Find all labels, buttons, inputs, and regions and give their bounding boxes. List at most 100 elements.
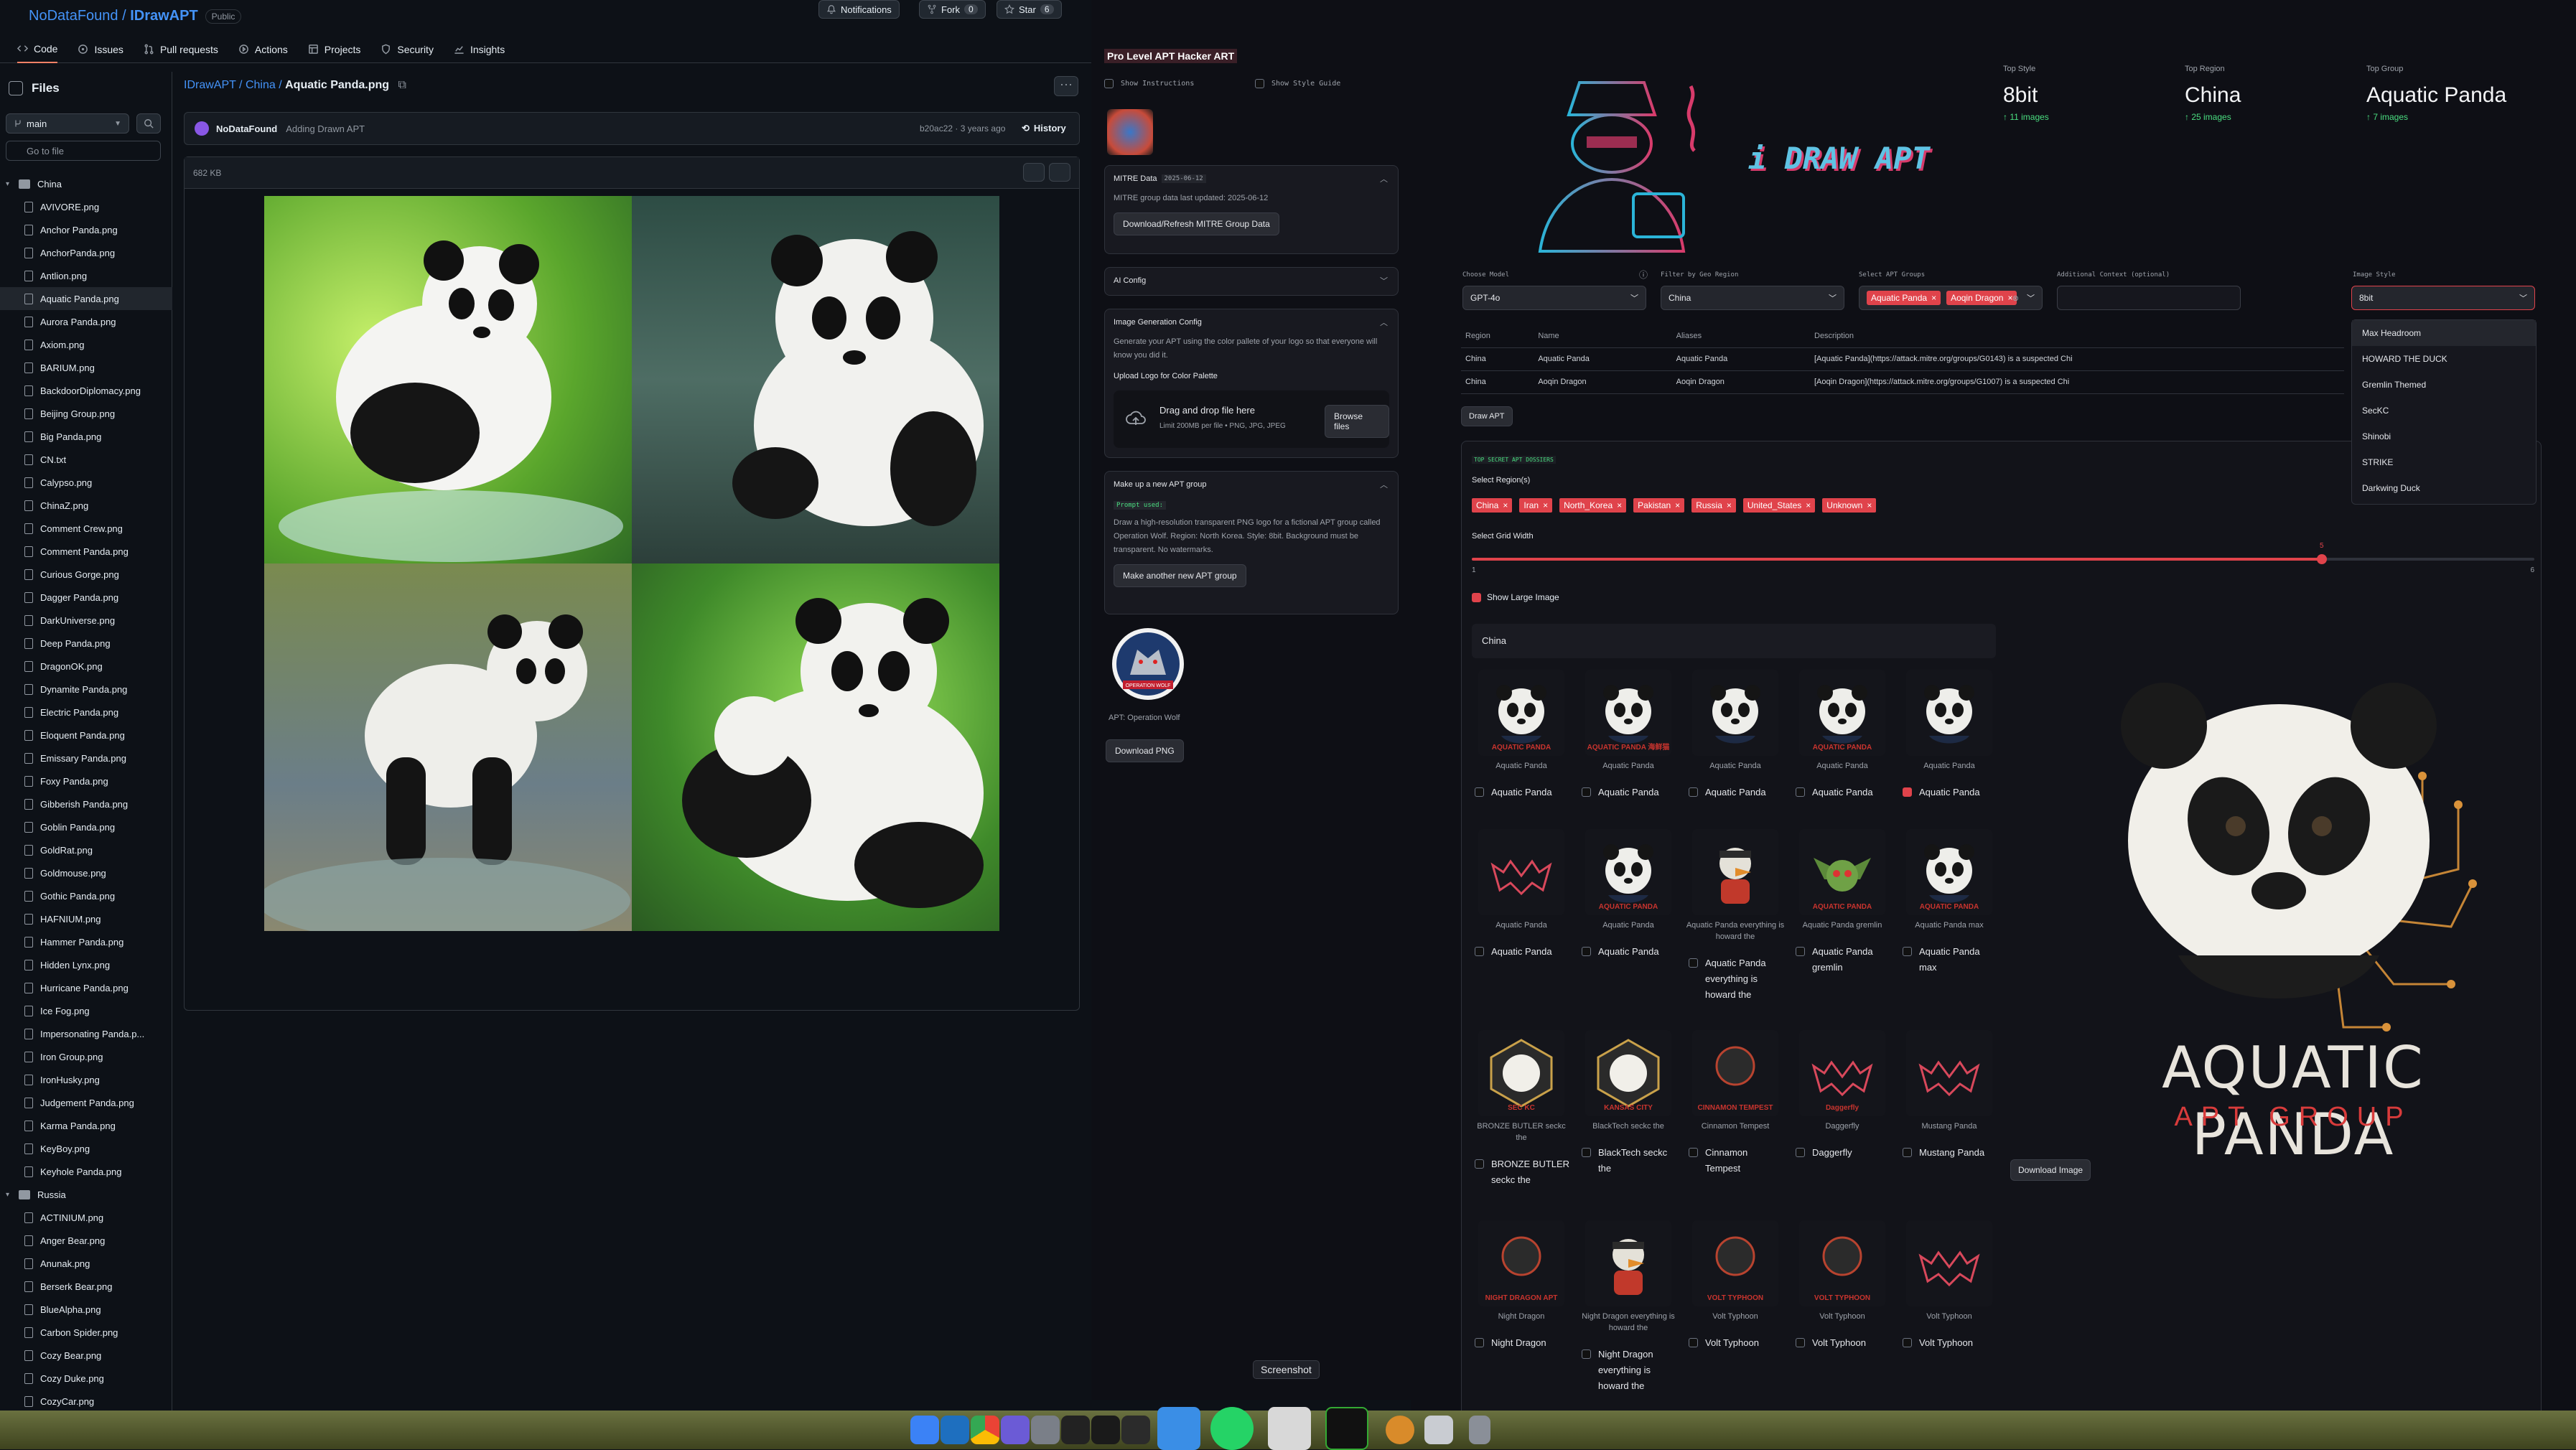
context-input[interactable]: [2057, 286, 2241, 310]
download-png-button[interactable]: Download PNG: [1106, 739, 1184, 762]
tree-file[interactable]: Anunak.png: [0, 1252, 172, 1275]
tree-file[interactable]: CozyCar.png: [0, 1390, 172, 1413]
whatsapp-icon[interactable]: [1210, 1407, 1254, 1450]
show-large-toggle[interactable]: Show Large Image: [1472, 592, 1559, 602]
gallery-checkbox[interactable]: [1582, 947, 1591, 956]
tab-issues[interactable]: Issues: [78, 36, 123, 63]
download-icon[interactable]: [1023, 163, 1045, 182]
gallery-checkbox[interactable]: [1582, 1148, 1591, 1157]
tree-file[interactable]: Anger Bear.png: [0, 1229, 172, 1252]
tree-file[interactable]: Electric Panda.png: [0, 701, 172, 724]
gallery-image[interactable]: [1906, 670, 1992, 756]
tree-file[interactable]: Calypso.png: [0, 471, 172, 494]
gallery-image[interactable]: [1906, 1220, 1992, 1306]
grid-width-slider[interactable]: 5 1 6: [1472, 542, 2534, 574]
gallery-select[interactable]: Night Dragon: [1472, 1335, 1571, 1351]
tree-file[interactable]: Hidden Lynx.png: [0, 953, 172, 976]
show-large-checkbox[interactable]: [1472, 592, 1481, 602]
tree-file[interactable]: KeyBoy.png: [0, 1137, 172, 1160]
notifications-button[interactable]: Notifications: [818, 0, 900, 19]
close-icon[interactable]: ×: [1727, 500, 1732, 510]
tree-file[interactable]: Hammer Panda.png: [0, 930, 172, 953]
tree-file[interactable]: Keyhole Panda.png: [0, 1160, 172, 1183]
history-button[interactable]: ⟲ History: [1022, 123, 1066, 134]
style-option[interactable]: Shinobi: [2352, 424, 2536, 449]
gallery-select[interactable]: Aquatic Panda: [1793, 785, 1892, 800]
gallery-checkbox[interactable]: [1475, 787, 1484, 797]
gallery-checkbox[interactable]: [1689, 1148, 1698, 1157]
style-option[interactable]: Max Headroom: [2352, 320, 2536, 346]
tab-pull-requests[interactable]: Pull requests: [144, 36, 218, 63]
ai-config-section[interactable]: AI Config ﹀: [1104, 267, 1399, 296]
tree-file[interactable]: ChinaZ.png: [0, 494, 172, 517]
ai-config-header[interactable]: AI Config ﹀: [1105, 268, 1398, 294]
fork-button[interactable]: Fork 0: [919, 0, 986, 19]
close-icon[interactable]: ×: [1867, 500, 1872, 510]
tree-file[interactable]: Dynamite Panda.png: [0, 678, 172, 701]
close-icon[interactable]: ×: [1543, 500, 1548, 510]
app-icon[interactable]: [1001, 1416, 1030, 1444]
branch-select[interactable]: main ▼: [6, 113, 129, 134]
settings-icon[interactable]: [1031, 1416, 1060, 1444]
gallery-image[interactable]: [1906, 1030, 1992, 1116]
gallery-select[interactable]: Aquatic Panda: [1686, 785, 1785, 800]
browse-files-button[interactable]: Browse files: [1325, 405, 1389, 438]
tree-file[interactable]: Goldmouse.png: [0, 861, 172, 884]
region-chip[interactable]: United_States ×: [1742, 498, 1816, 513]
group-chip[interactable]: Aquatic Panda ×: [1867, 291, 1941, 305]
tree-file[interactable]: DragonOK.png: [0, 655, 172, 678]
gallery-checkbox[interactable]: [1903, 787, 1912, 797]
tree-file[interactable]: Eloquent Panda.png: [0, 724, 172, 747]
tree-file[interactable]: Aurora Panda.png: [0, 310, 172, 333]
tree-file[interactable]: Gothic Panda.png: [0, 884, 172, 907]
gallery-select[interactable]: Night Dragon everything is howard the: [1579, 1347, 1678, 1394]
terminal-icon[interactable]: [1061, 1416, 1090, 1444]
gallery-checkbox[interactable]: [1689, 958, 1698, 968]
tab-code[interactable]: Code: [17, 36, 58, 63]
gallery-image[interactable]: AQUATIC PANDA: [1906, 829, 1992, 915]
tab-security[interactable]: Security: [381, 36, 434, 63]
gallery-checkbox[interactable]: [1796, 1148, 1805, 1157]
style-option[interactable]: STRIKE: [2352, 449, 2536, 475]
tree-file[interactable]: Comment Panda.png: [0, 540, 172, 563]
gallery-checkbox[interactable]: [1903, 947, 1912, 956]
tree-file[interactable]: AnchorPanda.png: [0, 241, 172, 264]
tree-file[interactable]: Curious Gorge.png: [0, 563, 172, 586]
region-filter-select[interactable]: China ﹀: [1661, 286, 1844, 310]
crt-icon[interactable]: [1091, 1416, 1120, 1444]
edit-icon[interactable]: [1049, 163, 1070, 182]
gallery-checkbox[interactable]: [1689, 787, 1698, 797]
close-icon[interactable]: ×: [1503, 500, 1508, 510]
gallery-select[interactable]: Aquatic Panda: [1472, 944, 1571, 960]
tree-file[interactable]: Comment Crew.png: [0, 517, 172, 540]
gallery-checkbox[interactable]: [1475, 1159, 1484, 1169]
tree-file[interactable]: IronHusky.png: [0, 1068, 172, 1091]
help-icon[interactable]: ⓘ: [1639, 268, 1648, 281]
sidebar-collapse-icon[interactable]: [9, 81, 23, 95]
gallery-select[interactable]: Aquatic Panda: [1900, 785, 1999, 800]
gallery-select[interactable]: Aquatic Panda everything is howard the: [1686, 955, 1785, 1003]
style-select[interactable]: 8bit ﹀: [2351, 286, 2535, 310]
gallery-image[interactable]: [1585, 1220, 1671, 1306]
tree-file[interactable]: Ice Fog.png: [0, 999, 172, 1022]
repo-owner[interactable]: NoDataFound: [29, 8, 118, 24]
gallery-select[interactable]: Volt Typhoon: [1900, 1335, 1999, 1351]
tree-file[interactable]: CN.txt: [0, 448, 172, 471]
vscode-icon[interactable]: [941, 1416, 969, 1444]
download-image-button[interactable]: Download Image: [2010, 1159, 2091, 1181]
gallery-checkbox[interactable]: [1475, 1338, 1484, 1347]
chevron-down-icon[interactable]: ▾: [6, 1191, 13, 1199]
gallery-select[interactable]: Mustang Panda: [1900, 1145, 1999, 1161]
commit-message[interactable]: Adding Drawn APT: [286, 123, 365, 134]
gallery-select[interactable]: BRONZE BUTLER seckc the: [1472, 1156, 1571, 1188]
style-option[interactable]: HOWARD THE DUCK: [2352, 346, 2536, 372]
gallery-image[interactable]: AQUATIC PANDA: [1799, 670, 1885, 756]
finder-icon[interactable]: [910, 1416, 939, 1444]
repo-path[interactable]: NoDataFound / IDrawAPT: [29, 8, 198, 24]
gallery-checkbox[interactable]: [1796, 787, 1805, 797]
tree-file[interactable]: BARIUM.png: [0, 356, 172, 379]
gallery-image[interactable]: CINNAMON TEMPEST: [1692, 1030, 1778, 1116]
tree-file[interactable]: BackdoorDiplomacy.png: [0, 379, 172, 402]
clear-icon[interactable]: ⊗: [2012, 294, 2019, 303]
tree-file[interactable]: AVIVORE.png: [0, 195, 172, 218]
